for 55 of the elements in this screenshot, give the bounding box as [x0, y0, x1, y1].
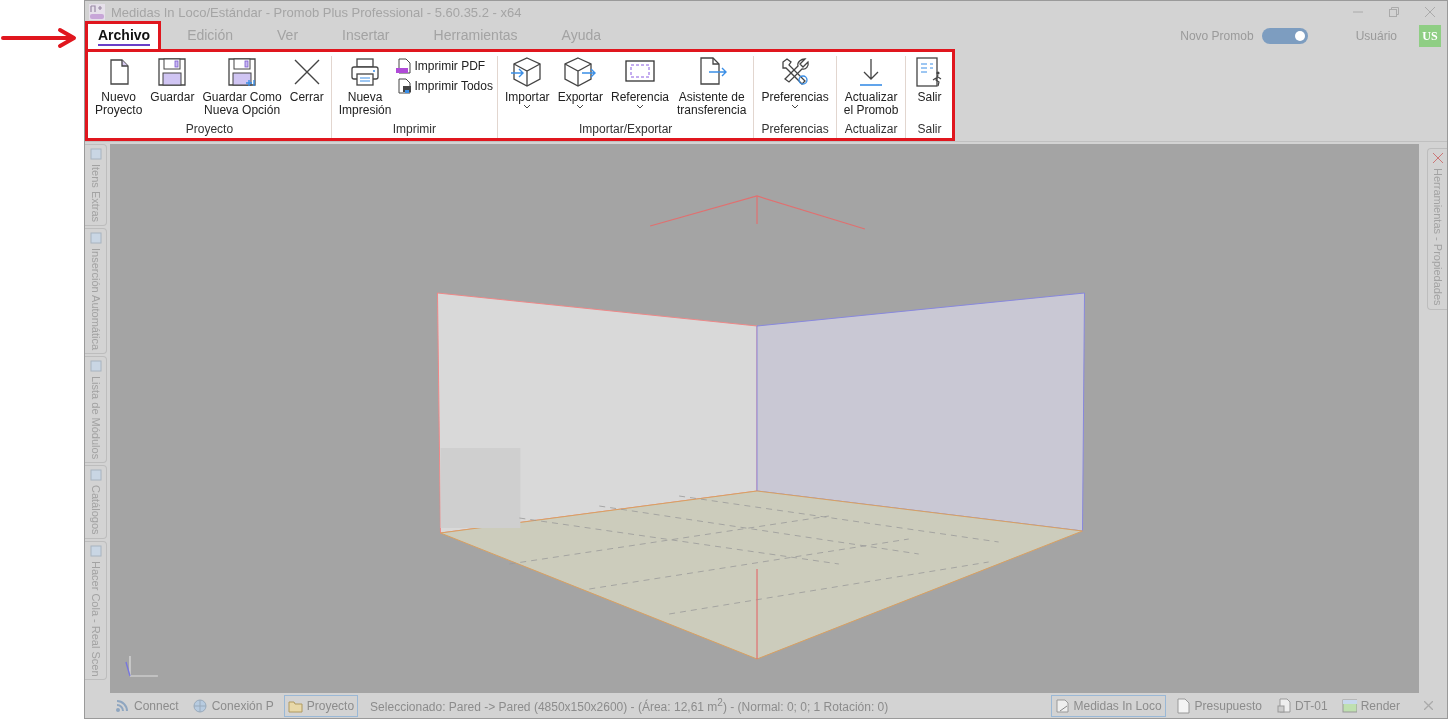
ribbon-button[interactable]: Exportar — [554, 56, 606, 113]
status-button[interactable]: Medidas In Loco — [1050, 694, 1166, 717]
group-label: Preferencias — [761, 121, 829, 138]
ribbon-button[interactable]: Cerrar — [286, 56, 327, 104]
maximize-icon[interactable] — [1389, 7, 1399, 17]
ribbon-button[interactable]: Imprimir Todos — [396, 78, 493, 94]
ribbon-button[interactable]: Nuevo Proyecto — [92, 56, 146, 117]
user-label: Usuário — [1355, 29, 1397, 43]
ribbon-button[interactable]: Preferencias — [758, 56, 832, 113]
status-button[interactable]: Conexión P — [188, 694, 278, 717]
ribbon-button[interactable]: Importar — [501, 56, 553, 113]
group-label: Salir — [917, 121, 942, 138]
ribbon-button[interactable]: Actualizar el Promob — [840, 56, 902, 117]
status-button[interactable]: Render — [1337, 694, 1404, 717]
ribbon-button[interactable]: Salir — [910, 56, 949, 104]
printer-icon — [349, 56, 382, 88]
rss-icon — [115, 697, 130, 714]
status-button[interactable]: Connect — [111, 694, 183, 717]
floppy-disk-plus-icon — [226, 56, 259, 88]
group-label: Imprimir — [392, 121, 436, 138]
menu-tab[interactable]: Archivo — [85, 21, 162, 49]
group-label: Actualizar — [844, 121, 898, 138]
ruler-document-icon — [1054, 697, 1070, 714]
caret-icon — [523, 104, 532, 110]
ribbon-button[interactable]: Imprimir PDF — [396, 58, 493, 74]
axis-icon — [125, 655, 159, 677]
3d-viewport[interactable] — [110, 144, 1419, 693]
print-file-icon — [396, 78, 413, 94]
pdf-file-icon — [396, 58, 413, 74]
caret-icon — [791, 104, 800, 110]
ribbon-button[interactable]: Asistente de transferencia — [674, 56, 750, 117]
group-label: Importar/Exportar — [578, 121, 673, 138]
toggle-switch[interactable] — [1261, 28, 1308, 44]
globe-icon — [192, 697, 208, 714]
close-icon[interactable] — [1425, 7, 1435, 17]
status-button[interactable]: DT-01 — [1271, 694, 1332, 717]
caret-icon — [576, 104, 585, 110]
app-logo-icon — [89, 4, 105, 20]
document-icon — [1175, 697, 1191, 714]
ribbon-button[interactable]: Nueva Impresión — [335, 56, 395, 117]
status-button[interactable]: Presupuesto — [1171, 694, 1266, 717]
group-label: Proyecto — [185, 121, 234, 138]
user-avatar[interactable]: US — [1419, 25, 1441, 47]
cube-arrow-icon — [511, 56, 544, 88]
cube-arrow-icon — [564, 56, 597, 88]
caret-icon — [636, 104, 644, 110]
document-stack-icon — [1275, 697, 1291, 714]
close-icon[interactable] — [1424, 701, 1433, 710]
toggle-label: Novo Promob — [1180, 29, 1254, 43]
status-message: Seleccionado: Pared -> Pared (4850x150x2600) - (Área: 12,61 m$^{2}$) - (Normal: 0; 0; 1 Rotación: 0) — [370, 697, 889, 714]
ribbon-button[interactable]: Guardar — [147, 56, 198, 104]
landscape-image-icon — [1341, 697, 1357, 714]
status-button[interactable]: Proyecto — [283, 694, 359, 717]
ribbon-button[interactable]: Referencia — [608, 56, 672, 113]
ribbon-button[interactable]: Guardar Como Nueva Opción — [199, 56, 285, 117]
